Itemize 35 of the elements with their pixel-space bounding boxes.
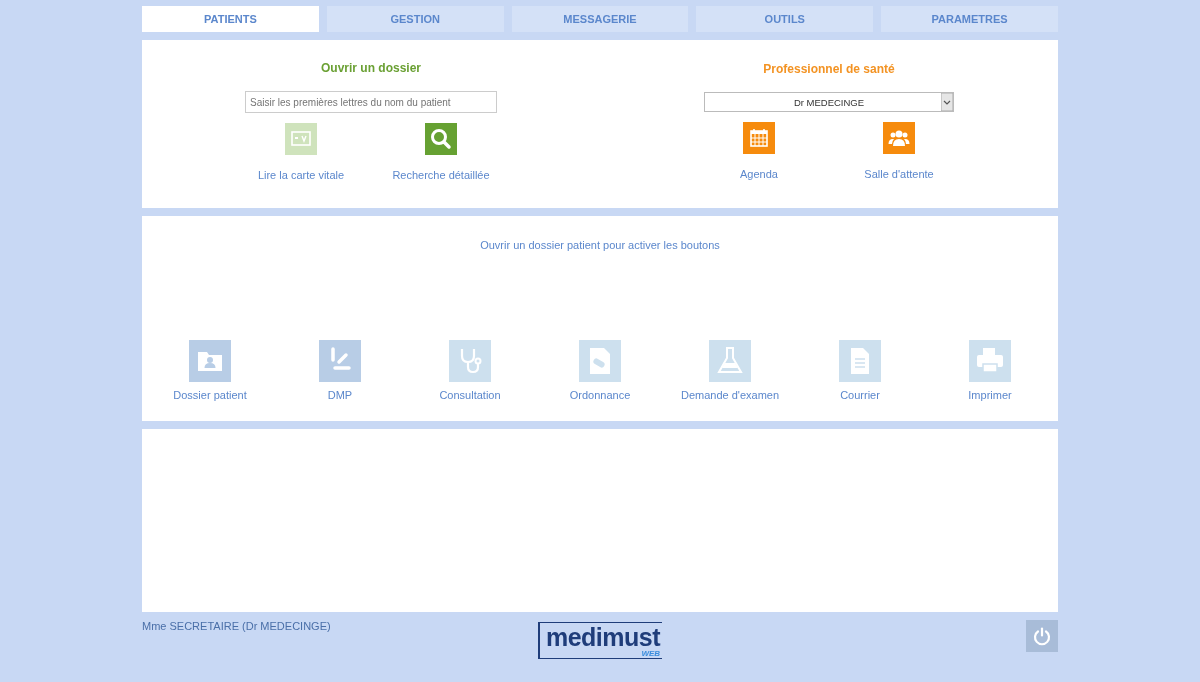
action-link[interactable]: Dossier patient bbox=[173, 389, 247, 401]
prescription-icon[interactable] bbox=[579, 340, 621, 382]
stethoscope-icon[interactable] bbox=[449, 340, 491, 382]
section-title: Ouvrir un dossier bbox=[321, 61, 421, 75]
power-icon bbox=[1032, 626, 1052, 646]
dmp-icon[interactable] bbox=[319, 340, 361, 382]
tab[interactable]: PATIENTS bbox=[142, 6, 319, 32]
power-button[interactable] bbox=[1026, 620, 1058, 652]
flask-icon[interactable] bbox=[709, 340, 751, 382]
action-link[interactable]: Consultation bbox=[439, 389, 501, 401]
caret-icon bbox=[941, 93, 953, 111]
document-icon[interactable] bbox=[839, 340, 881, 382]
action-link[interactable]: DMP bbox=[327, 389, 353, 401]
practitioner-select[interactable]: Dr MEDECINGE bbox=[704, 92, 954, 112]
search-field[interactable]: Saisir les premières lettres du nom du patient bbox=[245, 91, 497, 113]
search-icon[interactable] bbox=[425, 123, 457, 155]
action-link[interactable]: Agenda bbox=[740, 168, 778, 180]
user-label: Mme SECRETAIRE (Dr MEDECINGE) bbox=[142, 620, 332, 632]
printer-icon[interactable] bbox=[969, 340, 1011, 382]
people-icon[interactable] bbox=[883, 122, 915, 154]
tab[interactable]: MESSAGERIE bbox=[511, 6, 689, 32]
logo: medimust WEB bbox=[537, 622, 663, 659]
tab[interactable]: GESTION bbox=[326, 6, 504, 32]
tab[interactable]: PARAMETRES bbox=[881, 6, 1058, 32]
calendar-icon[interactable] bbox=[743, 122, 775, 154]
section-title: Professionnel de santé bbox=[763, 62, 895, 76]
tab[interactable]: OUTILS bbox=[696, 6, 874, 32]
info-message: Ouvrir un dossier patient pour activer les boutons bbox=[480, 239, 720, 251]
action-link[interactable]: Salle d'attente bbox=[864, 168, 934, 180]
action-link[interactable]: Ordonnance bbox=[569, 389, 631, 401]
action-link[interactable]: Imprimer bbox=[968, 389, 1012, 401]
action-link[interactable]: Courrier bbox=[840, 389, 880, 401]
action-link[interactable]: Demande d'examen bbox=[680, 389, 780, 401]
folder-user-icon[interactable] bbox=[189, 340, 231, 382]
action-link[interactable]: Recherche détaillée bbox=[392, 169, 490, 181]
